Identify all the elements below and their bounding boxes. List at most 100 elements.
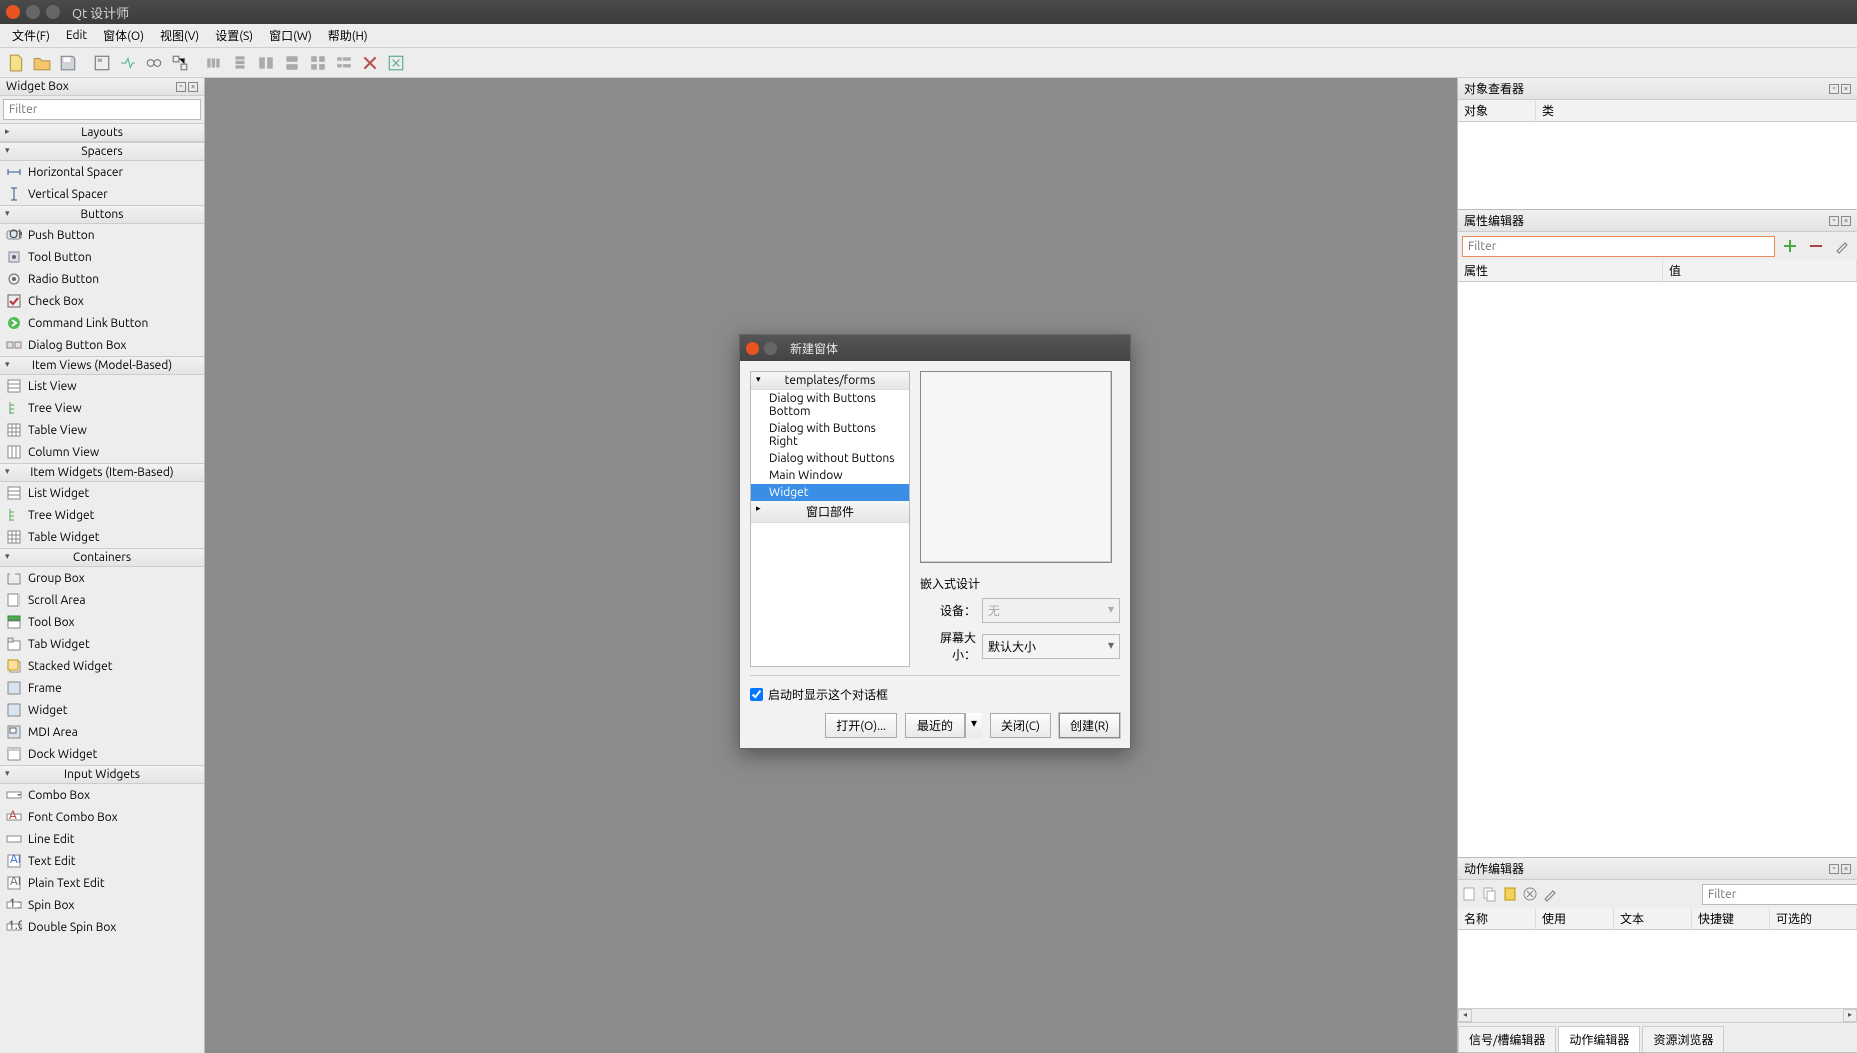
col-action-used[interactable]: 使用 <box>1536 908 1614 929</box>
item-text-edit[interactable]: AIText Edit <box>0 850 204 872</box>
save-file-button[interactable] <box>56 51 80 75</box>
group-spacers[interactable]: Spacers <box>0 142 204 161</box>
design-canvas[interactable]: 新建窗体 ▾templates/forms Dialog with Button… <box>205 78 1457 1053</box>
tree-item-dialog-without-buttons[interactable]: Dialog without Buttons <box>751 450 909 467</box>
dialog-min-icon[interactable] <box>764 342 777 355</box>
item-widget[interactable]: Widget <box>0 699 204 721</box>
item-plain-text-edit[interactable]: AIPlain Text Edit <box>0 872 204 894</box>
item-tab-widget[interactable]: Tab Widget <box>0 633 204 655</box>
item-combo-box[interactable]: Combo Box <box>0 784 204 806</box>
layout-form-button[interactable] <box>332 51 356 75</box>
scroll-right-icon[interactable]: ▸ <box>1843 1009 1857 1022</box>
copy-action-icon[interactable] <box>1482 883 1498 905</box>
property-editor-body[interactable] <box>1458 282 1857 857</box>
delete-action-icon[interactable] <box>1522 883 1538 905</box>
edit-widgets-button[interactable] <box>90 51 114 75</box>
add-property-icon[interactable] <box>1779 235 1801 257</box>
item-push-button[interactable]: OKPush Button <box>0 224 204 246</box>
widget-box-list[interactable]: Layouts Spacers Horizontal Spacer Vertic… <box>0 123 204 1053</box>
break-layout-button[interactable] <box>358 51 382 75</box>
item-column-view[interactable]: Column View <box>0 441 204 463</box>
adjust-size-button[interactable] <box>384 51 408 75</box>
item-spin-box[interactable]: 1Spin Box <box>0 894 204 916</box>
menu-file[interactable]: 文件(F) <box>4 24 58 47</box>
remove-property-icon[interactable] <box>1805 235 1827 257</box>
widget-box-close-icon[interactable]: × <box>188 82 198 92</box>
group-containers[interactable]: Containers <box>0 548 204 567</box>
col-class[interactable]: 类 <box>1536 100 1857 121</box>
create-button[interactable]: 创建(R) <box>1059 713 1120 738</box>
open-button[interactable]: 打开(O)... <box>825 713 897 738</box>
tree-item-dialog-buttons-bottom[interactable]: Dialog with Buttons Bottom <box>751 390 909 420</box>
tab-resources[interactable]: 资源浏览器 <box>1642 1026 1724 1052</box>
close-button[interactable]: 关闭(C) <box>990 713 1051 738</box>
layout-grid-button[interactable] <box>306 51 330 75</box>
layout-horizontal-button[interactable] <box>202 51 226 75</box>
edit-buddies-button[interactable] <box>142 51 166 75</box>
col-action-shortcut[interactable]: 快捷键 <box>1692 908 1770 929</box>
item-stacked-widget[interactable]: Stacked Widget <box>0 655 204 677</box>
item-table-view[interactable]: Table View <box>0 419 204 441</box>
item-scroll-area[interactable]: Scroll Area <box>0 589 204 611</box>
col-action-text[interactable]: 文本 <box>1614 908 1692 929</box>
item-tree-view[interactable]: Tree View <box>0 397 204 419</box>
col-property[interactable]: 属性 <box>1458 260 1663 281</box>
item-table-widget[interactable]: Table Widget <box>0 526 204 548</box>
paste-action-icon[interactable] <box>1502 883 1518 905</box>
window-minimize-icon[interactable] <box>26 5 40 19</box>
item-dialog-button-box[interactable]: Dialog Button Box <box>0 334 204 356</box>
tab-signals[interactable]: 信号/槽编辑器 <box>1458 1026 1556 1052</box>
ae-float-icon[interactable]: ▫ <box>1829 864 1839 874</box>
item-radio-button[interactable]: Radio Button <box>0 268 204 290</box>
tab-actions[interactable]: 动作编辑器 <box>1558 1026 1640 1052</box>
tree-item-main-window[interactable]: Main Window <box>751 467 909 484</box>
item-tree-widget[interactable]: Tree Widget <box>0 504 204 526</box>
edit-tab-order-button[interactable] <box>168 51 192 75</box>
menu-help[interactable]: 帮助(H) <box>320 24 376 47</box>
widget-box-filter-input[interactable] <box>3 99 201 120</box>
item-command-link-button[interactable]: Command Link Button <box>0 312 204 334</box>
pe-float-icon[interactable]: ▫ <box>1829 216 1839 226</box>
action-filter-input[interactable] <box>1702 884 1857 905</box>
item-list-view[interactable]: List View <box>0 375 204 397</box>
layout-h-splitter-button[interactable] <box>254 51 278 75</box>
item-vertical-spacer[interactable]: Vertical Spacer <box>0 183 204 205</box>
dialog-titlebar[interactable]: 新建窗体 <box>740 335 1130 361</box>
group-layouts[interactable]: Layouts <box>0 123 204 142</box>
window-close-icon[interactable] <box>6 5 20 19</box>
object-inspector-body[interactable] <box>1458 122 1857 209</box>
template-tree[interactable]: ▾templates/forms Dialog with Buttons Bot… <box>750 371 910 667</box>
item-double-spin-box[interactable]: 1.0Double Spin Box <box>0 916 204 938</box>
item-list-widget[interactable]: List Widget <box>0 482 204 504</box>
screen-size-select[interactable]: 默认大小▾ <box>982 634 1120 659</box>
oi-float-icon[interactable]: ▫ <box>1829 84 1839 94</box>
col-object[interactable]: 对象 <box>1458 100 1536 121</box>
item-horizontal-spacer[interactable]: Horizontal Spacer <box>0 161 204 183</box>
col-action-checkable[interactable]: 可选的 <box>1770 908 1857 929</box>
recent-dropdown-arrow[interactable]: ▾ <box>965 713 982 738</box>
menu-form[interactable]: 窗体(O) <box>95 24 152 47</box>
dialog-close-icon[interactable] <box>746 342 759 355</box>
action-hscrollbar[interactable]: ◂ ▸ <box>1458 1008 1857 1022</box>
col-value[interactable]: 值 <box>1663 260 1857 281</box>
item-tool-button[interactable]: Tool Button <box>0 246 204 268</box>
item-line-edit[interactable]: Line Edit <box>0 828 204 850</box>
new-action-icon[interactable] <box>1462 883 1478 905</box>
pe-close-icon[interactable]: × <box>1841 216 1851 226</box>
scroll-left-icon[interactable]: ◂ <box>1458 1009 1472 1022</box>
layout-vertical-button[interactable] <box>228 51 252 75</box>
widget-box-float-icon[interactable]: ▫ <box>176 82 186 92</box>
menu-settings[interactable]: 设置(S) <box>207 24 261 47</box>
tree-header-templates[interactable]: ▾templates/forms <box>751 372 909 390</box>
tree-header-widgets[interactable]: ▸窗口部件 <box>751 501 909 523</box>
open-file-button[interactable] <box>30 51 54 75</box>
recent-button[interactable]: 最近的 <box>905 713 965 738</box>
item-dock-widget[interactable]: Dock Widget <box>0 743 204 765</box>
item-mdi-area[interactable]: MDI Area <box>0 721 204 743</box>
group-item-views[interactable]: Item Views (Model-Based) <box>0 356 204 375</box>
item-group-box[interactable]: Group Box <box>0 567 204 589</box>
group-item-widgets[interactable]: Item Widgets (Item-Based) <box>0 463 204 482</box>
tree-item-widget[interactable]: Widget <box>751 484 909 501</box>
item-tool-box[interactable]: Tool Box <box>0 611 204 633</box>
menu-view[interactable]: 视图(V) <box>152 24 207 47</box>
